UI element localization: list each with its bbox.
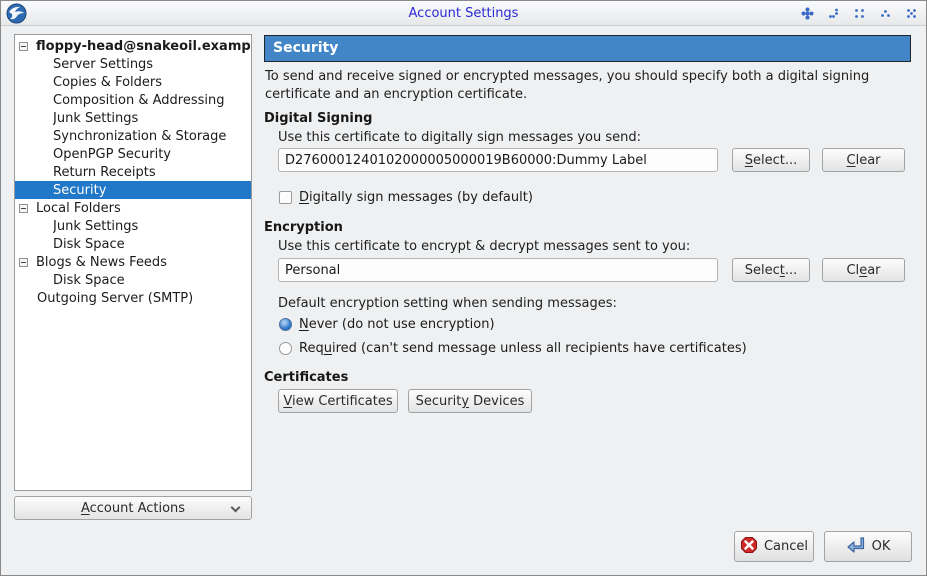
ok-icon bbox=[846, 536, 866, 558]
collapse-icon[interactable] bbox=[19, 42, 28, 51]
digitally-sign-label: Digitally sign messages (by default) bbox=[299, 190, 533, 205]
radio-required[interactable] bbox=[279, 342, 292, 355]
sidebar-item-local-folders[interactable]: Local Folders bbox=[15, 199, 251, 217]
sidebar-item-openpgp-security[interactable]: OpenPGP Security bbox=[15, 145, 251, 163]
certificates-heading: Certificates bbox=[264, 370, 348, 385]
encryption-hint: Use this certificate to encrypt & decryp… bbox=[278, 239, 690, 254]
collapse-icon[interactable] bbox=[19, 258, 28, 267]
signing-certificate-input[interactable] bbox=[278, 148, 718, 172]
encryption-heading: Encryption bbox=[264, 220, 343, 235]
ok-label: OK bbox=[872, 539, 891, 554]
encryption-select-button[interactable]: Select... bbox=[732, 258, 810, 282]
sidebar-item-synchronization-storage[interactable]: Synchronization & Storage bbox=[15, 127, 251, 145]
sidebar-item-local-disk-space[interactable]: Disk Space bbox=[15, 235, 251, 253]
cancel-icon bbox=[740, 536, 758, 558]
ok-button[interactable]: OK bbox=[824, 531, 912, 562]
sidebar-item-security[interactable]: Security bbox=[15, 181, 251, 199]
close-button[interactable] bbox=[905, 7, 918, 20]
digitally-sign-checkbox[interactable] bbox=[279, 191, 292, 204]
digital-signing-hint: Use this certificate to digitally sign m… bbox=[278, 130, 641, 145]
sidebar-item-blogs-disk-space[interactable]: Disk Space bbox=[15, 271, 251, 289]
account-tree: floppy-head@snakeoil.examp Server Settin… bbox=[14, 34, 252, 491]
encryption-option-never: Never (do not use encryption) bbox=[279, 317, 495, 332]
radio-never-label: Never (do not use encryption) bbox=[299, 317, 495, 332]
signing-select-button[interactable]: Select... bbox=[732, 148, 810, 172]
sidebar-item-server-settings[interactable]: Server Settings bbox=[15, 55, 251, 73]
encryption-certificate-input[interactable] bbox=[278, 258, 718, 282]
maximize-button[interactable] bbox=[853, 7, 866, 20]
panel-header: Security bbox=[264, 35, 911, 62]
window-title: Account Settings bbox=[1, 1, 926, 26]
minimize-button[interactable] bbox=[879, 7, 892, 20]
sidebar-item-outgoing-server[interactable]: Outgoing Server (SMTP) bbox=[15, 289, 251, 307]
radio-never[interactable] bbox=[279, 318, 292, 331]
digital-signing-heading: Digital Signing bbox=[264, 111, 372, 126]
sidebar-item-return-receipts[interactable]: Return Receipts bbox=[15, 163, 251, 181]
collapse-icon[interactable] bbox=[19, 204, 28, 213]
security-devices-button[interactable]: Security Devices bbox=[408, 389, 532, 413]
sidebar-item-local-junk-settings[interactable]: Junk Settings bbox=[15, 217, 251, 235]
account-actions-button[interactable]: Account Actions bbox=[14, 496, 252, 520]
account-actions-label: Account Actions bbox=[81, 501, 185, 516]
radio-required-label: Required (can't send message unless all … bbox=[299, 341, 747, 356]
sidebar-item-junk-settings[interactable]: Junk Settings bbox=[15, 109, 251, 127]
encryption-clear-button[interactable]: Clear bbox=[822, 258, 905, 282]
sidebar-item-account[interactable]: floppy-head@snakeoil.examp bbox=[15, 37, 251, 55]
intro-text: To send and receive signed or encrypted … bbox=[265, 68, 897, 104]
encryption-option-required: Required (can't send message unless all … bbox=[279, 341, 747, 356]
titlebar[interactable]: Account Settings bbox=[1, 1, 926, 26]
sidebar-item-blogs-news-feeds[interactable]: Blogs & News Feeds bbox=[15, 253, 251, 271]
window-controls bbox=[801, 1, 918, 26]
signing-clear-button[interactable]: Clear bbox=[822, 148, 905, 172]
view-certificates-button[interactable]: View Certificates bbox=[278, 389, 398, 413]
chevron-down-icon bbox=[231, 503, 241, 513]
cancel-label: Cancel bbox=[764, 539, 808, 554]
sidebar-item-composition-addressing[interactable]: Composition & Addressing bbox=[15, 91, 251, 109]
pin-button[interactable] bbox=[801, 7, 814, 20]
digitally-sign-option: Digitally sign messages (by default) bbox=[279, 190, 533, 205]
cancel-button[interactable]: Cancel bbox=[734, 531, 814, 562]
sidebar-item-copies-folders[interactable]: Copies & Folders bbox=[15, 73, 251, 91]
shade-button[interactable] bbox=[827, 7, 840, 20]
default-encryption-label: Default encryption setting when sending … bbox=[278, 296, 617, 311]
